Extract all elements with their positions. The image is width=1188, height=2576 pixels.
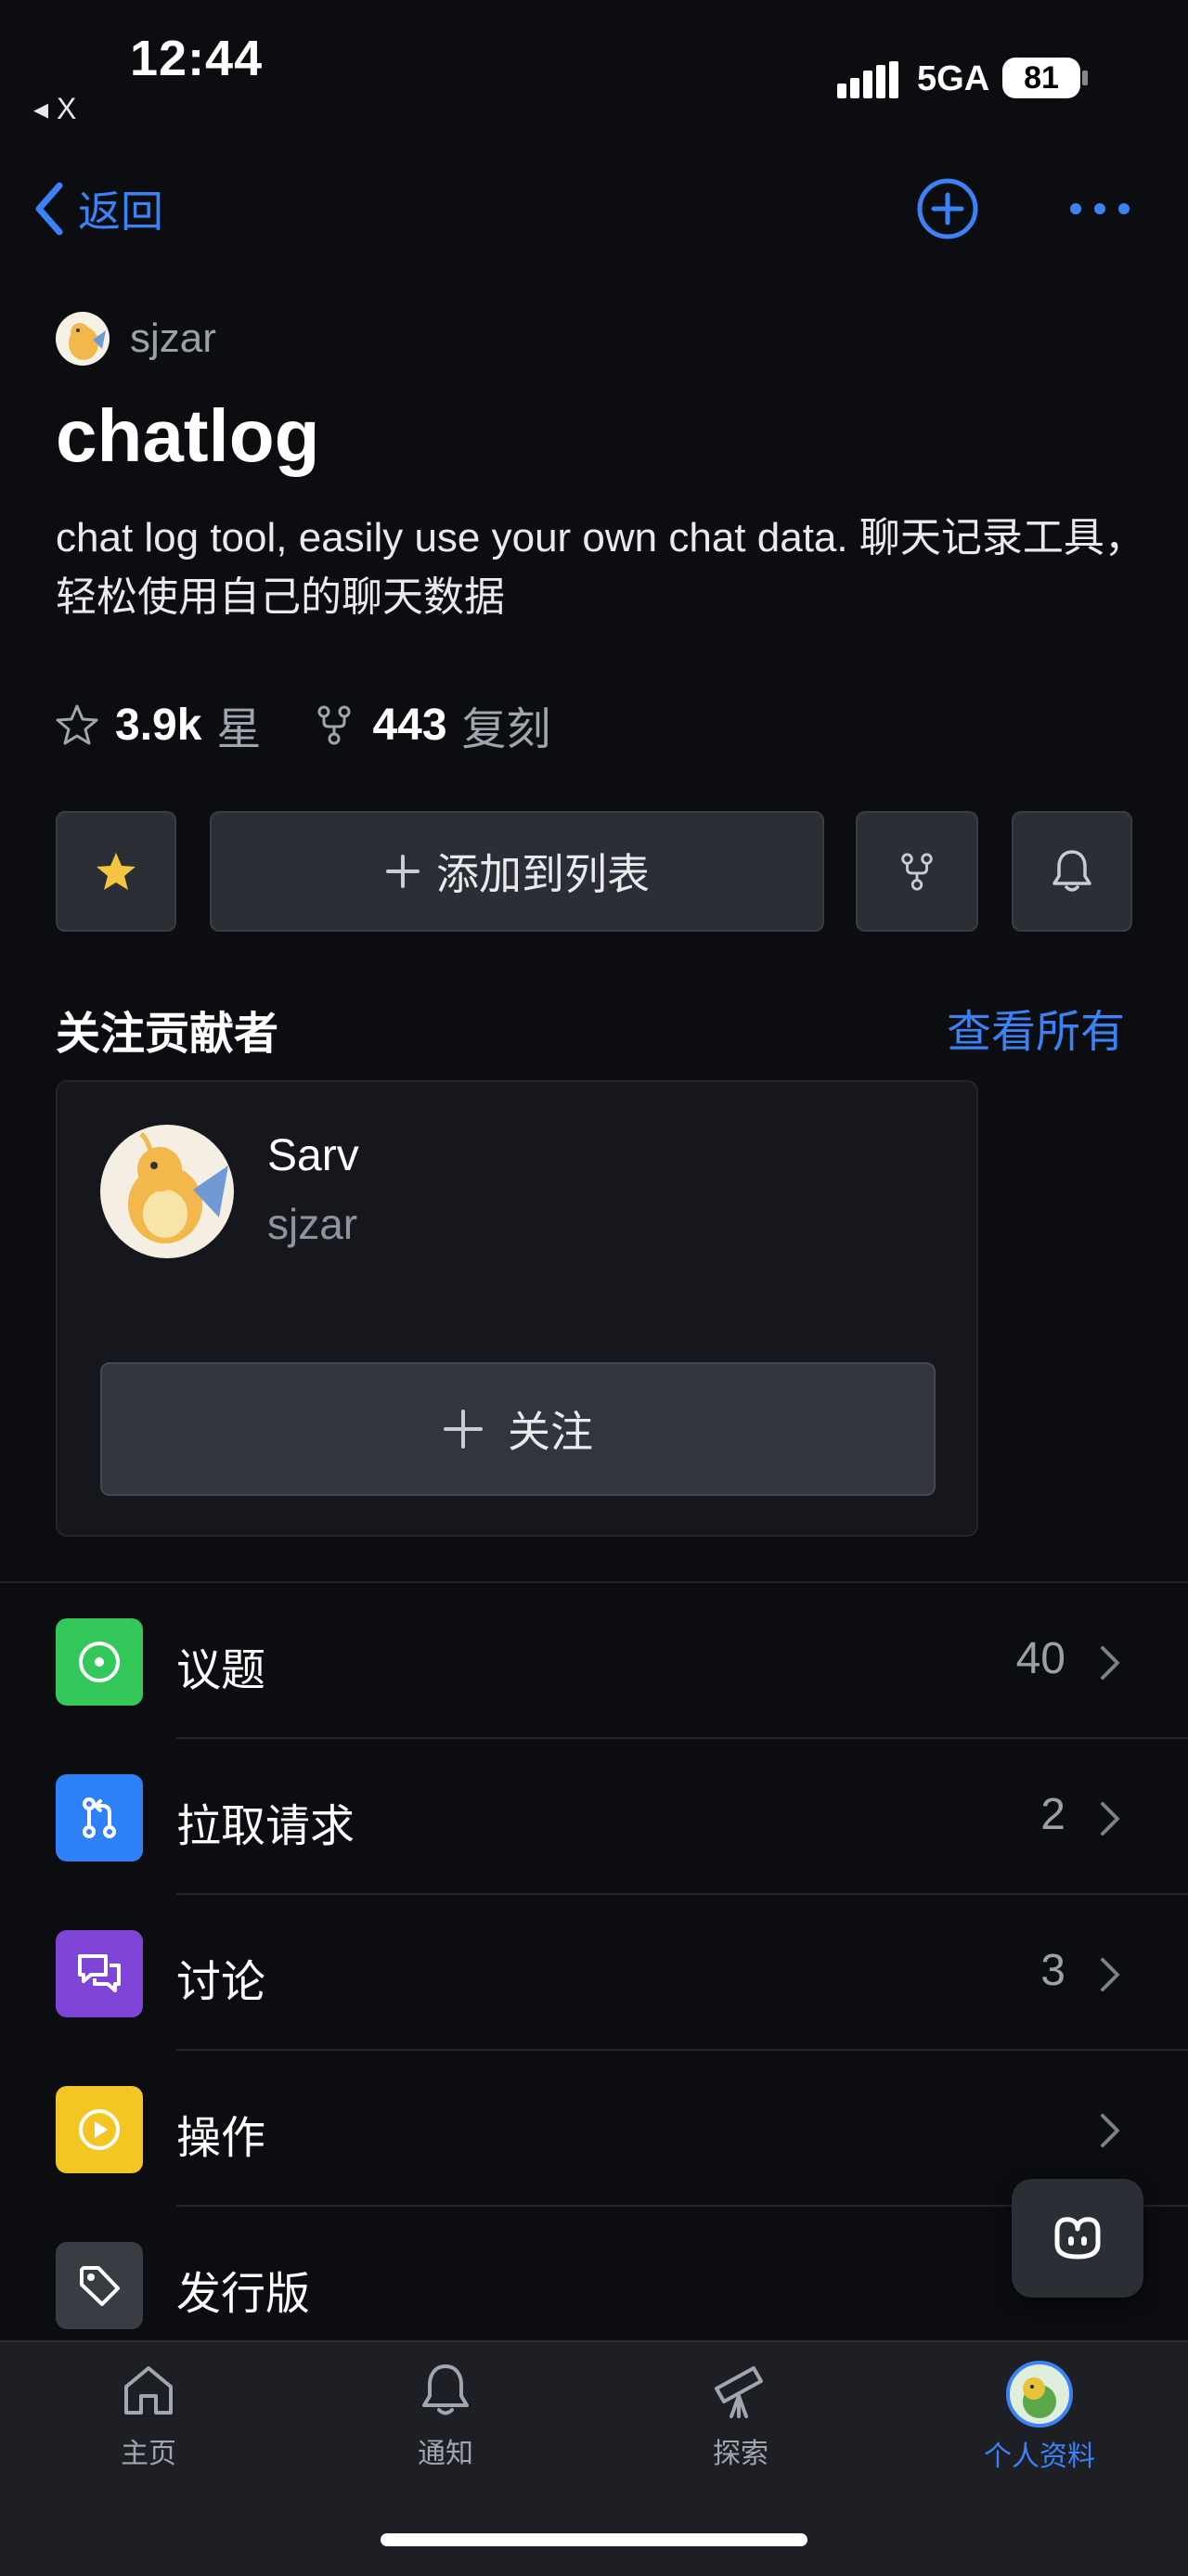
actions-play-icon [56,2086,143,2173]
bell-icon [1052,850,1091,892]
owner-avatar [56,312,110,366]
contributor-avatar [100,1125,234,1258]
repo-title: chatlog [56,394,320,477]
follow-label: 关注 [508,1408,593,1456]
star-button[interactable] [56,811,176,932]
star-filled-icon [97,853,136,890]
add-to-list-button[interactable]: 添加到列表 [210,811,824,932]
tab-home[interactable]: 主页 [56,2361,241,2471]
chevron-left-icon [35,182,63,236]
menu-item-releases[interactable]: 发行版 [0,2207,1188,2363]
chevron-right-icon [1101,2114,1119,2147]
owner-name: sjzar [130,316,216,361]
menu-count: 2 [1040,1790,1065,1839]
contributor-card[interactable]: Sarv sjzar 关注 [56,1080,978,1537]
tab-label: 主页 [121,2439,176,2469]
profile-avatar [1006,2361,1073,2428]
home-indicator [381,2533,807,2546]
chevron-right-icon [1101,1802,1119,1835]
see-all-link[interactable]: 查看所有 [947,995,1125,1060]
add-circle-icon[interactable] [915,176,980,241]
tab-explore[interactable]: 探索 [648,2361,833,2471]
home-icon [124,2366,173,2415]
back-label: 返回 [78,187,163,236]
menu-item-actions[interactable]: 操作 [0,2051,1188,2207]
tab-label: 通知 [418,2439,473,2469]
contributor-login: sjzar [267,1200,358,1248]
menu-count: 3 [1040,1946,1065,1995]
repo-menu: 议题 40 拉取请求 2 讨论 3 操作 发行版 [0,1581,1188,2363]
battery-icon: 81 [1002,58,1080,98]
back-button[interactable]: 返回 [33,178,163,239]
menu-item-issues[interactable]: 议题 40 [0,1583,1188,1739]
menu-item-discussions[interactable]: 讨论 3 [0,1895,1188,2051]
tab-profile[interactable]: 个人资料 [947,2361,1132,2474]
repo-stats: 3.9k 星 443 复刻 [56,692,551,757]
stars-label: 星 [216,705,262,754]
chevron-right-icon [1101,1646,1119,1680]
fork-button[interactable] [856,811,978,932]
pull-request-icon [56,1774,143,1861]
signal-icon [837,61,898,98]
telescope-icon [715,2366,763,2418]
tag-icon [56,2242,143,2329]
repo-owner[interactable]: sjzar [56,312,216,366]
follow-button[interactable]: 关注 [100,1362,936,1496]
back-to-app[interactable]: ◂ X [33,91,76,126]
star-outline-icon [56,704,98,745]
stars-count[interactable]: 3.9k [115,700,201,751]
watch-button[interactable] [1012,811,1132,932]
menu-label: 议题 [176,1646,266,1695]
tab-label: 探索 [713,2439,768,2469]
chevron-right-icon [1101,1958,1119,1991]
more-options-icon[interactable] [1067,195,1132,223]
contributor-name: Sarv [267,1131,359,1180]
forks-label: 复刻 [461,705,551,754]
tab-notifications[interactable]: 通知 [353,2361,538,2471]
fork-icon [901,853,933,891]
menu-label: 操作 [176,2114,266,2163]
fork-icon [317,705,351,745]
plus-icon [444,1410,483,1449]
status-time: 12:44 [130,31,264,86]
discussion-icon [56,1930,143,2017]
repo-description: chat log tool, easily use your own chat … [56,515,1145,620]
forks-count[interactable]: 443 [372,700,446,751]
menu-item-pull-requests[interactable]: 拉取请求 2 [0,1739,1188,1895]
menu-label: 讨论 [176,1958,266,2007]
copilot-icon [1054,2217,1101,2260]
bell-icon [422,2364,469,2415]
copilot-button[interactable] [1012,2179,1143,2298]
network-type: 5GA [917,59,990,98]
menu-label: 拉取请求 [176,1802,355,1851]
battery-tip [1082,71,1088,85]
tab-label: 个人资料 [984,2441,1095,2472]
menu-count: 40 [1015,1634,1065,1683]
add-to-list-label: 添加到列表 [436,850,650,898]
issue-icon [56,1618,143,1706]
menu-label: 发行版 [176,2270,311,2319]
plus-icon [386,855,420,888]
contributors-section-title: 关注贡献者 [56,1010,279,1059]
